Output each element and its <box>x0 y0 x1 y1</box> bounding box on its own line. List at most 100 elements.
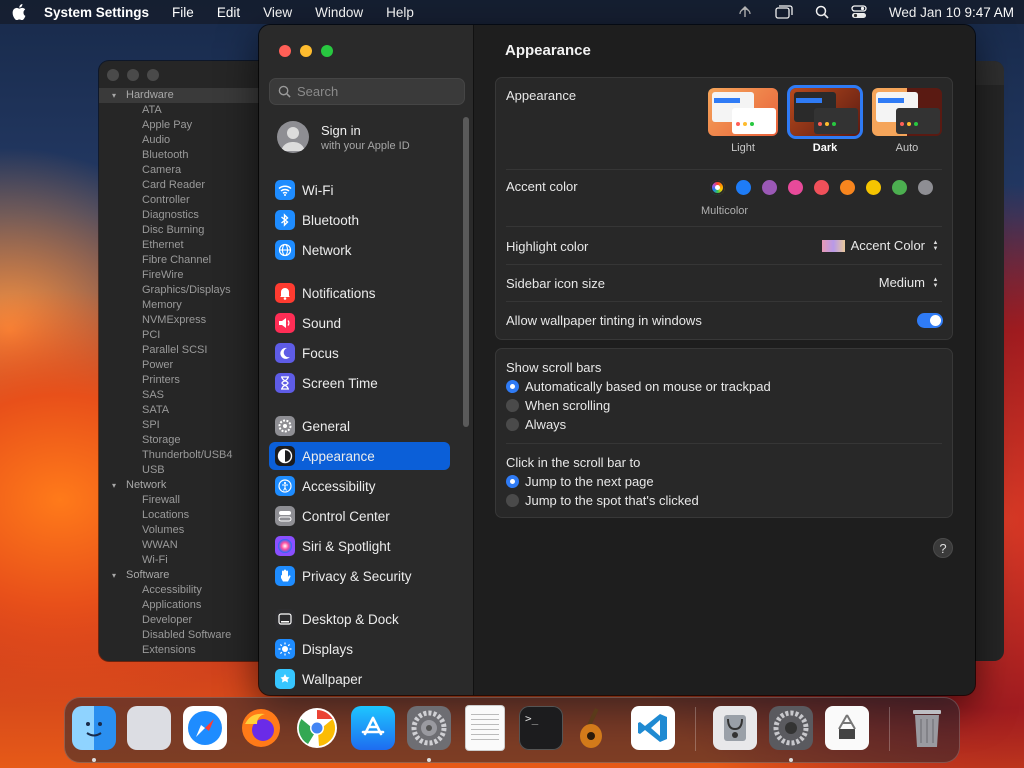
sysinfo-item[interactable]: Thunderbolt/USB4 <box>99 448 269 463</box>
zoom-button[interactable] <box>321 45 333 57</box>
search-input[interactable]: Search <box>269 78 465 105</box>
apple-menu-icon[interactable] <box>10 3 28 21</box>
sysinfo-item[interactable]: Memory <box>99 298 269 313</box>
dock-trash-icon[interactable] <box>905 706 949 750</box>
menu-edit[interactable]: Edit <box>217 5 240 20</box>
sysinfo-category[interactable]: ▾ Network <box>99 478 269 493</box>
menu-app-name[interactable]: System Settings <box>44 5 149 20</box>
sidebar-item-displays[interactable]: Displays <box>269 635 450 663</box>
sidebar-item-wi-fi[interactable]: Wi-Fi <box>269 176 450 204</box>
accent-swatch[interactable] <box>710 180 725 195</box>
accent-swatch[interactable] <box>918 180 933 195</box>
menu-help[interactable]: Help <box>386 5 414 20</box>
dock-terminal-icon[interactable]: >_ <box>519 706 563 750</box>
accent-swatch[interactable] <box>866 180 881 195</box>
sysinfo-item[interactable]: SATA <box>99 403 269 418</box>
airdrop-status-icon[interactable] <box>737 5 753 19</box>
disclosure-triangle-icon[interactable]: ▾ <box>112 88 126 103</box>
sidebar-item-accessibility[interactable]: Accessibility <box>269 472 450 500</box>
dock-app-store-icon[interactable] <box>351 706 395 750</box>
sysinfo-item[interactable]: Diagnostics <box>99 208 269 223</box>
sysinfo-item[interactable]: Firewall <box>99 493 269 508</box>
radio-option[interactable]: Automatically based on mouse or trackpad <box>506 379 771 394</box>
radio-option[interactable]: Always <box>506 417 566 432</box>
accent-swatch[interactable] <box>840 180 855 195</box>
accent-swatch[interactable] <box>762 180 777 195</box>
accent-swatch[interactable] <box>736 180 751 195</box>
sysinfo-item[interactable]: Parallel SCSI <box>99 343 269 358</box>
dock-disk-utility-icon[interactable] <box>713 706 757 750</box>
sysinfo-item[interactable]: Audio <box>99 133 269 148</box>
menu-window[interactable]: Window <box>315 5 363 20</box>
dock-system-information-icon[interactable] <box>825 706 869 750</box>
window-switch-icon[interactable] <box>775 5 793 19</box>
sysinfo-item[interactable]: Extensions <box>99 643 269 658</box>
dock-chrome-icon[interactable] <box>295 706 339 750</box>
sysinfo-item[interactable]: Fibre Channel <box>99 253 269 268</box>
sysinfo-item[interactable]: FireWire <box>99 268 269 283</box>
radio-option[interactable]: Jump to the next page <box>506 474 654 489</box>
sysinfo-item[interactable]: Volumes <box>99 523 269 538</box>
sidebar-item-network[interactable]: Network <box>269 236 450 264</box>
sysinfo-item[interactable]: USB <box>99 463 269 478</box>
sysinfo-item[interactable]: Accessibility <box>99 583 269 598</box>
radio-button[interactable] <box>506 380 519 393</box>
sidebar-icon-size-popup[interactable]: Medium ▲ ▼ <box>879 275 941 290</box>
dock-visual-studio-code-icon[interactable] <box>631 706 675 750</box>
dock-system-settings-icon[interactable] <box>769 706 813 750</box>
sysinfo-item[interactable]: SAS <box>99 388 269 403</box>
sysinfo-item[interactable]: Disabled Software <box>99 628 269 643</box>
accent-swatch[interactable] <box>892 180 907 195</box>
radio-button[interactable] <box>506 399 519 412</box>
sidebar-item-notifications[interactable]: Notifications <box>269 279 450 307</box>
radio-option[interactable]: When scrolling <box>506 398 610 413</box>
dock-garageband-icon[interactable] <box>575 706 619 750</box>
sysinfo-item[interactable]: Wi-Fi <box>99 553 269 568</box>
menu-file[interactable]: File <box>172 5 194 20</box>
control-center-icon[interactable] <box>851 5 867 19</box>
radio-button[interactable] <box>506 475 519 488</box>
apple-id-sign-in[interactable]: Sign in with your Apple ID <box>277 121 410 153</box>
spotlight-search-icon[interactable] <box>815 5 829 19</box>
appearance-option-auto[interactable]: Auto <box>872 88 942 154</box>
sysinfo-category[interactable]: ▾ Hardware <box>99 88 269 103</box>
appearance-option-dark[interactable]: Dark <box>787 85 863 154</box>
sysinfo-item[interactable]: Ethernet <box>99 238 269 253</box>
menu-clock[interactable]: Wed Jan 10 9:47 AM <box>889 5 1014 20</box>
sysinfo-item[interactable]: Bluetooth <box>99 148 269 163</box>
sysinfo-item[interactable]: Developer <box>99 613 269 628</box>
sidebar-item-privacy-security[interactable]: Privacy & Security <box>269 562 450 590</box>
sidebar-item-screen-time[interactable]: Screen Time <box>269 369 450 397</box>
sidebar-item-siri-spotlight[interactable]: Siri & Spotlight <box>269 532 450 560</box>
dock-safari-icon[interactable] <box>183 706 227 750</box>
sidebar-item-appearance[interactable]: Appearance <box>269 442 450 470</box>
sysinfo-item[interactable]: Controller <box>99 193 269 208</box>
dock-system-preferences-icon[interactable] <box>407 706 451 750</box>
minimize-button[interactable] <box>300 45 312 57</box>
sysinfo-item[interactable]: Apple Pay <box>99 118 269 133</box>
sidebar-item-wallpaper[interactable]: Wallpaper <box>269 665 450 693</box>
sysinfo-minimize-button[interactable] <box>127 69 139 81</box>
sidebar-item-control-center[interactable]: Control Center <box>269 502 450 530</box>
accent-swatch[interactable] <box>814 180 829 195</box>
sysinfo-item[interactable]: Graphics/Displays <box>99 283 269 298</box>
sidebar-item-bluetooth[interactable]: Bluetooth <box>269 206 450 234</box>
accent-swatch[interactable] <box>788 180 803 195</box>
disclosure-triangle-icon[interactable]: ▾ <box>112 478 126 493</box>
dock-firefox-icon[interactable] <box>239 706 283 750</box>
radio-option[interactable]: Jump to the spot that's clicked <box>506 493 699 508</box>
sysinfo-item[interactable]: Disc Burning <box>99 223 269 238</box>
highlight-color-popup[interactable]: Accent Color ▲ ▼ <box>821 238 941 253</box>
sysinfo-close-button[interactable] <box>107 69 119 81</box>
sysinfo-item[interactable]: Card Reader <box>99 178 269 193</box>
dock-textedit-icon[interactable] <box>463 706 507 750</box>
sidebar-item-sound[interactable]: Sound <box>269 309 450 337</box>
sysinfo-item[interactable]: ATA <box>99 103 269 118</box>
appearance-option-light[interactable]: Light <box>708 88 778 154</box>
sysinfo-category[interactable]: ▾ Software <box>99 568 269 583</box>
menu-view[interactable]: View <box>263 5 292 20</box>
sysinfo-zoom-button[interactable] <box>147 69 159 81</box>
sysinfo-item[interactable]: Locations <box>99 508 269 523</box>
wallpaper-tinting-toggle[interactable] <box>917 313 943 328</box>
sysinfo-item[interactable]: Printers <box>99 373 269 388</box>
